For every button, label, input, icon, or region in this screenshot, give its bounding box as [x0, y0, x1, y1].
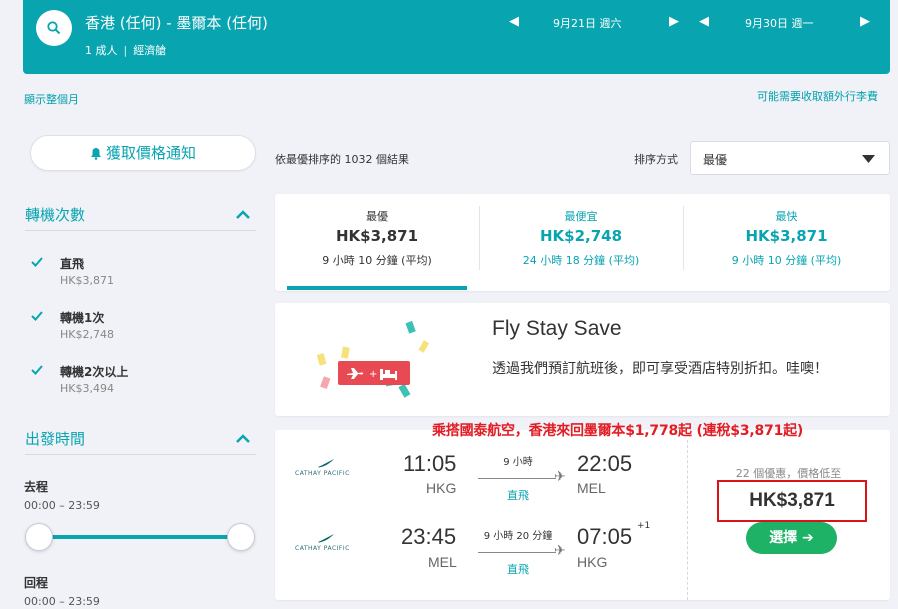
- departure-time: 11:05: [403, 451, 457, 476]
- depart-date[interactable]: 9月21日 週六: [553, 15, 622, 31]
- filter-label: 轉機2次以上: [60, 365, 129, 379]
- arrival-time: 22:05: [577, 451, 633, 476]
- active-tab-indicator: [287, 286, 467, 290]
- show-month-link[interactable]: 顯示整個月: [24, 91, 79, 107]
- return-label: 回程: [24, 576, 49, 590]
- cathay-brushwing-icon: [318, 459, 334, 468]
- outbound-slider-track[interactable]: [38, 535, 241, 539]
- flight-path-line: [478, 552, 556, 553]
- stops-section-title[interactable]: 轉機次數: [25, 204, 85, 225]
- deals-count: 22 個優惠，價格低至: [735, 467, 842, 480]
- tab-title: 最優: [366, 210, 388, 223]
- chevron-down-icon: [862, 155, 875, 163]
- arrival-airport: HKG: [577, 554, 608, 570]
- cabin-text: 經濟艙: [133, 44, 167, 57]
- tab-price: HK$3,871: [335, 227, 419, 245]
- filter-label: 轉機1次: [60, 311, 105, 325]
- flight-duration: 9 小時 20 分鐘: [483, 531, 553, 542]
- flight-path-line: [478, 478, 556, 479]
- return-range: 00:00 – 23:59: [24, 595, 100, 608]
- tab-title: 最便宜: [564, 210, 598, 223]
- slider-handle-start[interactable]: [25, 523, 53, 551]
- search-icon: [47, 21, 61, 35]
- tab-best[interactable]: 最優 HK$3,871 9 小時 10 分鐘 (平均): [275, 194, 479, 291]
- airplane-icon: ✈: [554, 543, 566, 559]
- separator: |: [123, 44, 128, 57]
- airline-name: CATHAY PACIFIC: [295, 470, 350, 477]
- stops-text: 直飛: [507, 489, 529, 502]
- route-text[interactable]: 香港 (任何) - 墨爾本 (任何): [85, 12, 268, 33]
- divider: [25, 230, 256, 231]
- filter-price: HK$3,871: [60, 274, 114, 287]
- flight-result-card[interactable]: CATHAY PACIFIC CATHAY PACIFIC 11:05 HKG …: [275, 430, 890, 600]
- sort-label: 排序方式: [634, 153, 678, 166]
- select-button[interactable]: 選擇 ➔: [746, 522, 837, 554]
- checkbox-checked-icon[interactable]: [30, 363, 44, 377]
- tab-title: 最快: [775, 210, 798, 223]
- departure-time: 23:45: [401, 524, 457, 549]
- filter-label: 直飛: [60, 257, 85, 271]
- price-alert-button[interactable]: 獲取價格通知: [30, 135, 256, 171]
- airline-logo: CATHAY PACIFIC: [295, 533, 350, 552]
- departure-airport: HKG: [426, 480, 457, 496]
- results-count: 依最優排序的 1032 個結果: [275, 153, 409, 166]
- promo-annotation: 乘搭國泰航空，香港來回墨爾本$1,778起 (連稅$3,871起): [432, 423, 804, 439]
- outbound-label: 去程: [24, 480, 49, 494]
- return-prev-arrow-icon[interactable]: ◀: [699, 14, 709, 29]
- divider: [687, 440, 688, 600]
- promo-title: Fly Stay Save: [492, 317, 622, 340]
- search-bar[interactable]: 香港 (任何) - 墨爾本 (任何) 1 成人 | 經濟艙 ◀ 9月21日 週六 ▶…: [23, 0, 890, 74]
- flight-duration: 9 小時: [503, 457, 533, 468]
- depart-prev-arrow-icon[interactable]: ◀: [509, 14, 519, 29]
- divider: [25, 454, 256, 455]
- tab-duration: 9 小時 10 分鐘 (平均): [322, 254, 432, 267]
- promo-text: 透過我們預訂航班後，即可享受酒店特別折扣。哇噢！: [492, 361, 828, 377]
- slider-handle-end[interactable]: [227, 523, 255, 551]
- departure-section-title[interactable]: 出發時間: [25, 428, 85, 449]
- flight-hotel-icon: +: [316, 320, 430, 398]
- tab-price: HK$3,871: [745, 227, 828, 245]
- bell-icon: [90, 148, 101, 160]
- flight-price: HK$3,871: [717, 480, 867, 522]
- chevron-up-icon[interactable]: [236, 209, 250, 219]
- tab-price: HK$2,748: [539, 227, 623, 245]
- tab-duration: 24 小時 18 分鐘 (平均): [522, 254, 640, 267]
- departure-airport: MEL: [428, 554, 457, 570]
- cathay-brushwing-icon: [318, 534, 334, 543]
- checkbox-checked-icon[interactable]: [30, 255, 44, 269]
- stops-text: 直飛: [507, 563, 529, 576]
- tab-fastest[interactable]: 最快 HK$3,871 9 小時 10 分鐘 (平均): [683, 194, 890, 291]
- next-day-indicator: +1: [637, 521, 651, 531]
- tab-cheapest[interactable]: 最便宜 HK$2,748 24 小時 18 分鐘 (平均): [479, 194, 683, 291]
- filter-price: HK$3,494: [60, 382, 114, 395]
- filter-price: HK$2,748: [60, 328, 114, 341]
- price-alert-label: 獲取價格通知: [105, 144, 196, 162]
- sort-select[interactable]: 最優: [690, 141, 890, 175]
- svg-text:+: +: [369, 369, 377, 380]
- extra-fees-link[interactable]: 可能需要收取額外行李費: [757, 88, 878, 104]
- arrival-airport: MEL: [577, 480, 606, 496]
- sort-value: 最優: [703, 153, 728, 167]
- checkbox-checked-icon[interactable]: [30, 309, 44, 323]
- return-next-arrow-icon[interactable]: ▶: [860, 14, 870, 29]
- airplane-icon: ✈: [554, 469, 566, 485]
- depart-next-arrow-icon[interactable]: ▶: [669, 14, 679, 29]
- airline-logo: CATHAY PACIFIC: [295, 458, 350, 477]
- passenger-cabin[interactable]: 1 成人 | 經濟艙: [85, 42, 166, 58]
- outbound-range: 00:00 – 23:59: [24, 499, 100, 512]
- arrival-time: 07:05: [577, 524, 633, 549]
- chevron-up-icon[interactable]: [236, 433, 250, 443]
- tab-duration: 9 小時 10 分鐘 (平均): [731, 254, 842, 267]
- sort-tabs: 最優 HK$3,871 9 小時 10 分鐘 (平均) 最便宜 HK$2,748…: [275, 194, 890, 291]
- search-button[interactable]: [36, 10, 72, 46]
- airline-name: CATHAY PACIFIC: [295, 545, 350, 552]
- promo-banner[interactable]: + Fly Stay Save 透過我們預訂航班後，即可享受酒店特別折扣。哇噢！: [275, 303, 890, 416]
- return-date[interactable]: 9月30日 週一: [745, 15, 814, 31]
- passengers-text: 1 成人: [85, 44, 118, 57]
